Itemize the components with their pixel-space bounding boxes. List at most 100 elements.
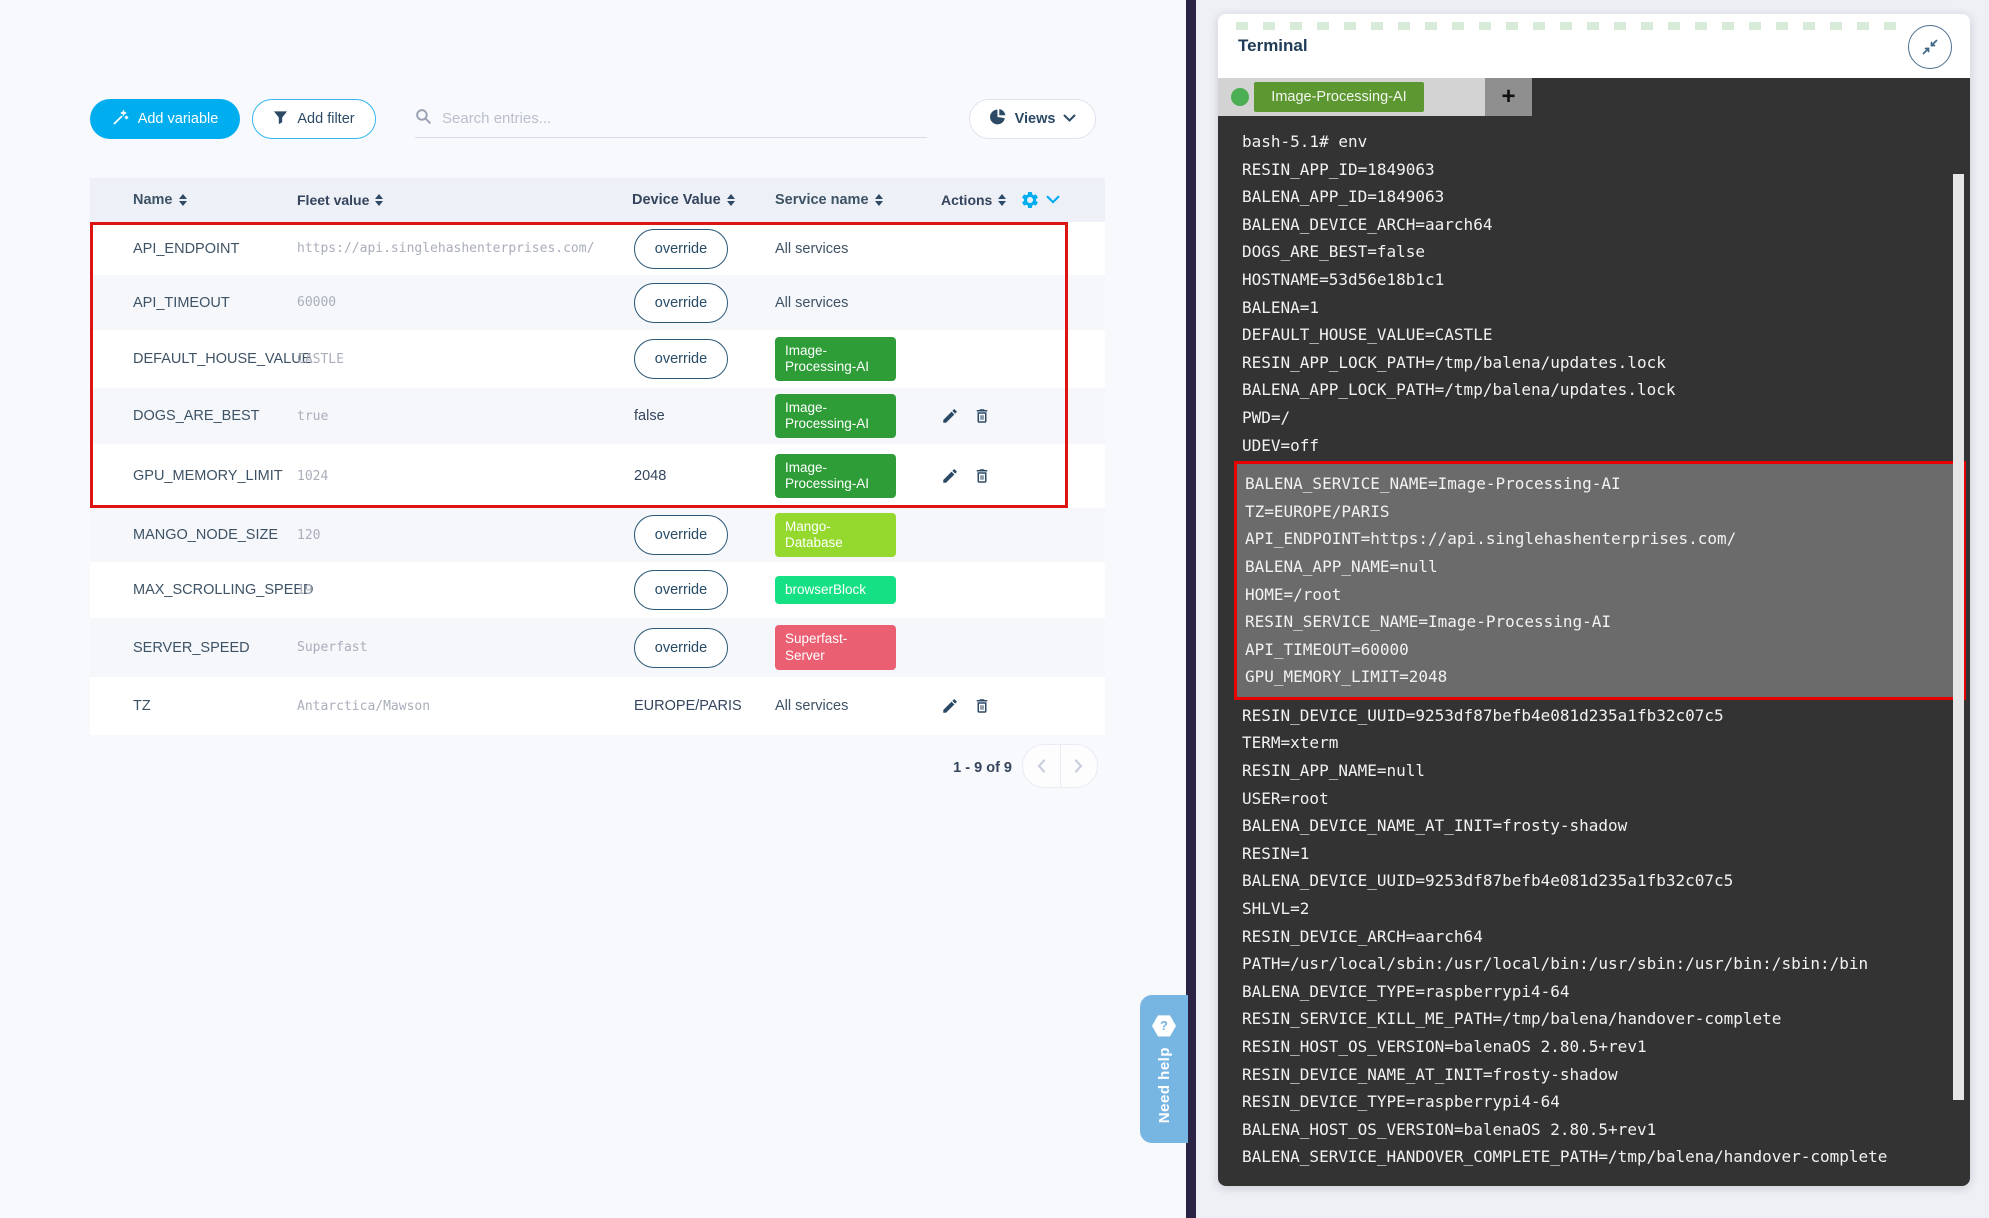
fleet-value: Superfast: [297, 640, 632, 655]
service-badge: Image-Processing-AI: [775, 454, 896, 498]
pagination-controls: [1022, 744, 1098, 788]
device-value-cell: override: [632, 229, 775, 269]
service-name: All services: [775, 295, 848, 311]
column-header-actions[interactable]: Actions: [941, 190, 1062, 210]
magic-wand-icon: [112, 109, 129, 130]
variables-table: Name Fleet value Device Value Service na…: [90, 178, 1105, 735]
delete-trash-icon[interactable]: [973, 467, 991, 485]
variables-panel: Add variable Add filter View: [0, 0, 1186, 1218]
column-settings-gear-icon[interactable]: [1020, 190, 1040, 210]
terminal-lines: bash-5.1# envRESIN_APP_ID=1849063BALENA_…: [1242, 128, 1970, 459]
edit-pencil-icon[interactable]: [941, 407, 959, 425]
terminal-line: BALENA_DEVICE_NAME_AT_INIT=frosty-shadow: [1242, 812, 1970, 840]
terminal-title: Terminal: [1238, 36, 1308, 56]
override-button[interactable]: override: [634, 570, 728, 610]
views-button[interactable]: Views: [969, 99, 1096, 139]
sort-icon: [998, 194, 1006, 206]
views-label: Views: [1015, 111, 1056, 127]
override-button[interactable]: override: [634, 229, 728, 269]
terminal-line: USER=root: [1242, 785, 1970, 813]
terminal-output[interactable]: bash-5.1# envRESIN_APP_ID=1849063BALENA_…: [1218, 116, 1970, 1186]
column-header-name[interactable]: Name: [90, 192, 297, 208]
table-row: TZAntarctica/MawsonEUROPE/PARISAll servi…: [90, 677, 1105, 735]
service-name-cell: All services: [775, 241, 941, 257]
service-name-cell: Image-Processing-AI: [775, 394, 941, 438]
device-value-cell: override: [632, 515, 775, 555]
variable-name: API_ENDPOINT: [90, 241, 297, 257]
fleet-value: true: [297, 409, 632, 424]
terminal-line: BALENA_SERVICE_HANDOVER_COMPLETE_PATH=/t…: [1242, 1143, 1970, 1171]
pie-chart-icon: [989, 108, 1007, 130]
service-name: All services: [775, 698, 848, 714]
sort-icon: [727, 194, 735, 206]
next-page-button[interactable]: [1061, 745, 1098, 787]
terminal-line: BALENA_APP_ID=1849063: [1242, 183, 1970, 211]
service-badge: Image-Processing-AI: [775, 337, 896, 381]
add-variable-button[interactable]: Add variable: [90, 99, 240, 139]
table-row: MANGO_NODE_SIZE120overrideMango-Database: [90, 508, 1105, 562]
service-name: All services: [775, 241, 848, 257]
new-terminal-tab-button[interactable]: +: [1485, 78, 1532, 116]
service-name-cell: Mango-Database: [775, 513, 941, 557]
device-value-cell: EUROPE/PARIS: [632, 698, 775, 714]
edit-pencil-icon[interactable]: [941, 697, 959, 715]
column-header-fleet-value[interactable]: Fleet value: [297, 192, 632, 208]
collapse-terminal-button[interactable]: [1908, 25, 1952, 69]
sort-icon: [375, 194, 383, 206]
service-status-dot: [1231, 88, 1249, 106]
chevron-down-icon: [1063, 111, 1076, 127]
table-row: DEFAULT_HOUSE_VALUECASTLEoverride Image-P…: [90, 330, 1105, 388]
override-button[interactable]: override: [634, 339, 728, 379]
delete-trash-icon[interactable]: [973, 697, 991, 715]
terminal-line: BALENA_DEVICE_TYPE=raspberrypi4-64: [1242, 978, 1970, 1006]
column-header-device-value[interactable]: Device Value: [632, 192, 775, 208]
variable-name: SERVER_SPEED: [90, 640, 297, 656]
delete-trash-icon[interactable]: [973, 407, 991, 425]
service-badge: browserBlock: [775, 576, 896, 604]
terminal-line: PWD=/: [1242, 404, 1970, 432]
variable-name: MAX_SCROLLING_SPEED: [90, 582, 297, 598]
service-name-cell: All services: [775, 295, 941, 311]
override-button[interactable]: override: [634, 628, 728, 668]
chevron-down-icon[interactable]: [1046, 195, 1060, 205]
terminal-line: SHLVL=2: [1242, 895, 1970, 923]
variable-name: API_TIMEOUT: [90, 295, 297, 311]
device-value: EUROPE/PARIS: [634, 698, 742, 714]
terminal-line: API_TIMEOUT=60000: [1245, 636, 1963, 664]
terminal-line: RESIN_APP_ID=1849063: [1242, 156, 1970, 184]
override-button[interactable]: override: [634, 515, 728, 555]
variable-name: DOGS_ARE_BEST: [90, 408, 297, 424]
override-button[interactable]: override: [634, 283, 728, 323]
table-body: API_ENDPOINThttps://api.singlehashenterp…: [90, 222, 1105, 735]
terminal-line: DOGS_ARE_BEST=false: [1242, 238, 1970, 266]
table-row: DOGS_ARE_BESTtruefalseImage-Processing-A…: [90, 388, 1105, 444]
terminal-line: RESIN_DEVICE_NAME_AT_INIT=frosty-shadow: [1242, 1061, 1970, 1089]
device-value-cell: override: [632, 339, 775, 379]
app-root: Add variable Add filter View: [0, 0, 1989, 1218]
question-mark-icon: ?: [1152, 1015, 1176, 1037]
tab-strip: Image-Processing-AI: [1218, 78, 1485, 116]
edit-pencil-icon[interactable]: [941, 467, 959, 485]
variable-name: DEFAULT_HOUSE_VALUE: [90, 351, 297, 367]
prev-page-button[interactable]: [1023, 745, 1061, 787]
column-header-service-name[interactable]: Service name: [775, 192, 941, 208]
add-variable-label: Add variable: [138, 111, 219, 127]
need-help-tab[interactable]: ? Need help: [1140, 995, 1188, 1143]
fleet-value: CASTLE: [297, 352, 632, 367]
terminal-tab-image-processing-ai[interactable]: Image-Processing-AI: [1254, 82, 1424, 112]
service-name-cell: Image-Processing-AI: [775, 454, 941, 498]
filter-funnel-icon: [273, 110, 288, 129]
actions-cell: [941, 467, 1062, 485]
service-name-cell: Image-Processing-AI: [775, 337, 941, 381]
search-input[interactable]: [442, 110, 927, 127]
service-name-cell: browserBlock: [775, 576, 941, 604]
search-field: [415, 100, 927, 138]
terminal-scrollbar-thumb[interactable]: [1953, 174, 1964, 1100]
terminal-tab-bar: Image-Processing-AI +: [1218, 78, 1970, 116]
variable-name: GPU_MEMORY_LIMIT: [90, 468, 297, 484]
terminal-line: RESIN_SERVICE_KILL_ME_PATH=/tmp/balena/h…: [1242, 1005, 1970, 1033]
terminal-line: RESIN_APP_LOCK_PATH=/tmp/balena/updates.…: [1242, 349, 1970, 377]
fleet-value: https://api.singlehashenterprises.com/: [297, 241, 632, 256]
add-filter-button[interactable]: Add filter: [252, 99, 376, 139]
terminal-line: RESIN_APP_NAME=null: [1242, 757, 1970, 785]
